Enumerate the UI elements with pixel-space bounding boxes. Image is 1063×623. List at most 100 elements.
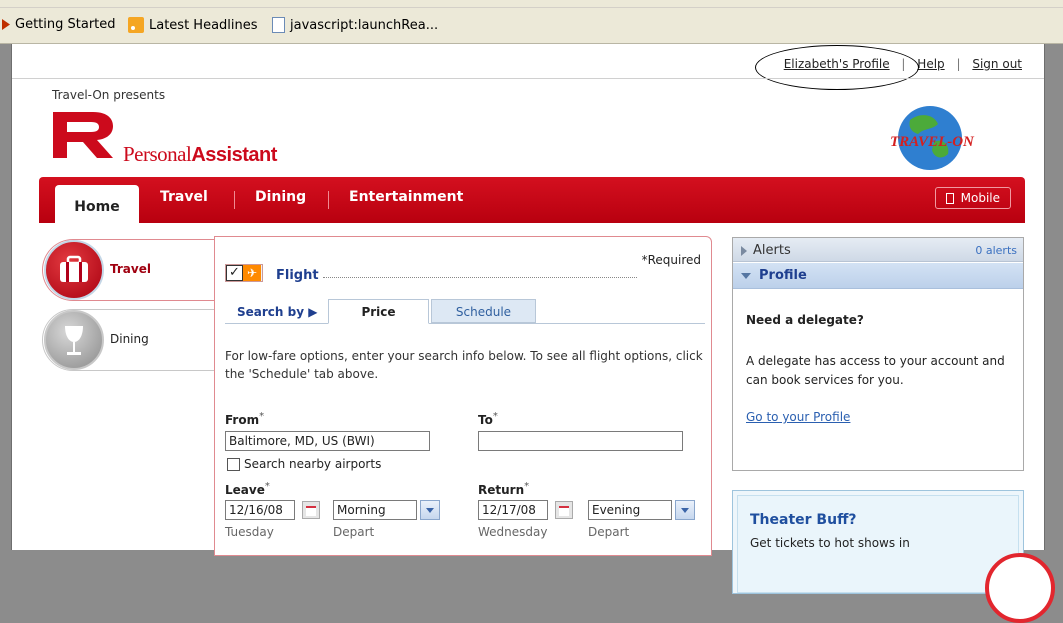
sign-out-link[interactable]: Sign out (972, 57, 1022, 71)
nearby-airports-option[interactable]: Search nearby airports (227, 457, 381, 471)
bookmark-label: javascript:launchRea... (290, 17, 439, 33)
chevron-down-icon[interactable] (420, 500, 440, 520)
alerts-header[interactable]: Alerts 0 alerts (733, 238, 1023, 262)
flight-search-panel: ✓ ✈ Flight *Required Search by ▶ Price S… (214, 236, 712, 556)
bookmark-label: Latest Headlines (149, 17, 258, 33)
return-date-input[interactable]: 12/17/08 (478, 500, 548, 520)
page-icon (272, 17, 285, 33)
firefox-arrow-icon (2, 19, 10, 30)
delegate-heading: Need a delegate? (746, 313, 864, 327)
leave-day: Tuesday (225, 525, 274, 539)
category-travel[interactable]: Travel (42, 239, 219, 301)
wine-glass-glyph (65, 326, 83, 355)
airplane-icon: ✈ (243, 265, 261, 281)
personal-assistant-logo-icon (53, 112, 113, 158)
chevron-down-icon[interactable] (675, 500, 695, 520)
leave-date-input[interactable]: 12/16/08 (225, 500, 295, 520)
profile-title: Profile (759, 268, 807, 283)
travel-on-globe-logo-icon: TRAVEL-ON (890, 106, 975, 170)
mobile-label: Mobile (960, 191, 1000, 205)
tab-schedule[interactable]: Schedule (431, 299, 536, 323)
return-label: Return* (478, 481, 529, 497)
return-day: Wednesday (478, 525, 548, 539)
checkmark-icon: ✓ (226, 265, 243, 281)
toolbar-top-edge (0, 0, 1063, 8)
triangle-right-icon (741, 246, 747, 256)
return-time-sublabel: Depart (588, 525, 630, 539)
leave-time-sublabel: Depart (333, 525, 375, 539)
search-instructions: For low-fare options, enter your search … (225, 349, 703, 381)
page-content: Elizabeth's Profile | Help | Sign out Tr… (11, 44, 1055, 623)
bookmark-javascript[interactable]: javascript:launchRea... (272, 17, 438, 33)
category-dining-label: Dining (110, 332, 149, 346)
bookmark-latest-headlines[interactable]: Latest Headlines (128, 17, 258, 33)
nearby-label: Search nearby airports (244, 457, 382, 471)
required-asterisk: * (524, 481, 530, 492)
promo-title[interactable]: Theater Buff? (750, 512, 857, 528)
triangle-down-icon (741, 273, 751, 279)
tab-travel[interactable]: Travel (160, 189, 208, 205)
delegate-description: A delegate has access to your account an… (746, 354, 1005, 387)
category-dining[interactable]: Dining (42, 309, 219, 371)
to-label: To* (478, 411, 498, 427)
search-by-label: Search by ▶ (237, 305, 317, 319)
presents-text: Travel-On presents (52, 88, 166, 102)
mobile-button[interactable]: Mobile (934, 187, 1011, 209)
highlight-oval (755, 45, 919, 90)
bookmark-getting-started[interactable]: Getting Started (2, 17, 116, 32)
to-label-text: To (478, 413, 493, 427)
logo-bold: Assistant (191, 144, 277, 166)
profile-header[interactable]: Profile (733, 263, 1023, 289)
tab-entertainment[interactable]: Entertainment (349, 189, 463, 205)
flight-label: Flight (276, 268, 319, 283)
tab-price[interactable]: Price (328, 299, 429, 324)
required-note: *Required (641, 253, 701, 267)
from-label: From* (225, 411, 264, 427)
alerts-title: Alerts (753, 243, 791, 258)
calendar-icon[interactable] (555, 501, 573, 519)
leave-label: Leave* (225, 481, 270, 497)
go-to-profile-link[interactable]: Go to your Profile (746, 410, 850, 424)
help-link[interactable]: Help (917, 57, 944, 71)
link-separator: | (956, 57, 961, 71)
required-asterisk: * (492, 411, 498, 422)
alerts-profile-panel: Alerts 0 alerts Profile Need a delegate?… (732, 237, 1024, 471)
tabs-divider (225, 323, 705, 324)
promo-badge-icon (985, 553, 1055, 623)
required-asterisk: * (259, 411, 265, 422)
logo-light: Personal (123, 142, 192, 166)
flight-checkbox[interactable]: ✓ ✈ (225, 264, 263, 282)
to-input[interactable] (478, 431, 683, 451)
header-divider (12, 78, 1044, 79)
required-asterisk: * (264, 481, 270, 492)
return-time-select[interactable]: Evening (588, 500, 672, 520)
logo-wordmark[interactable]: PersonalAssistant (123, 142, 277, 167)
nav-separator (328, 191, 329, 209)
main-nav: Home Travel Dining Entertainment Mobile (39, 177, 1025, 223)
nav-separator (234, 191, 235, 209)
alerts-count-link[interactable]: 0 alerts (975, 244, 1017, 257)
suitcase-icon (44, 240, 104, 300)
leave-label-text: Leave (225, 483, 265, 497)
triangle-right-icon: ▶ (308, 305, 318, 319)
return-label-text: Return (478, 483, 525, 497)
search-by-text: Search by (237, 305, 305, 319)
bookmarks-toolbar: Getting Started Latest Headlines javascr… (0, 0, 1063, 44)
theater-promo: Theater Buff? Get tickets to hot shows i… (732, 490, 1055, 623)
suitcase-glyph (60, 255, 88, 282)
wine-glass-icon (44, 310, 104, 370)
tab-home[interactable]: Home (55, 185, 139, 223)
tab-dining[interactable]: Dining (255, 189, 306, 205)
nearby-checkbox[interactable] (227, 457, 240, 471)
bookmark-label: Getting Started (15, 17, 116, 32)
from-label-text: From (225, 413, 260, 427)
category-travel-label: Travel (110, 262, 151, 276)
from-input[interactable]: Baltimore, MD, US (BWI) (225, 431, 430, 451)
leave-time-select[interactable]: Morning (333, 500, 417, 520)
partner-logo-text: TRAVEL-ON (890, 134, 975, 150)
promo-text: Get tickets to hot shows in (750, 536, 910, 550)
rss-icon (128, 17, 144, 33)
dotted-leader (323, 277, 637, 278)
calendar-icon[interactable] (302, 501, 320, 519)
mobile-phone-icon (945, 192, 954, 204)
